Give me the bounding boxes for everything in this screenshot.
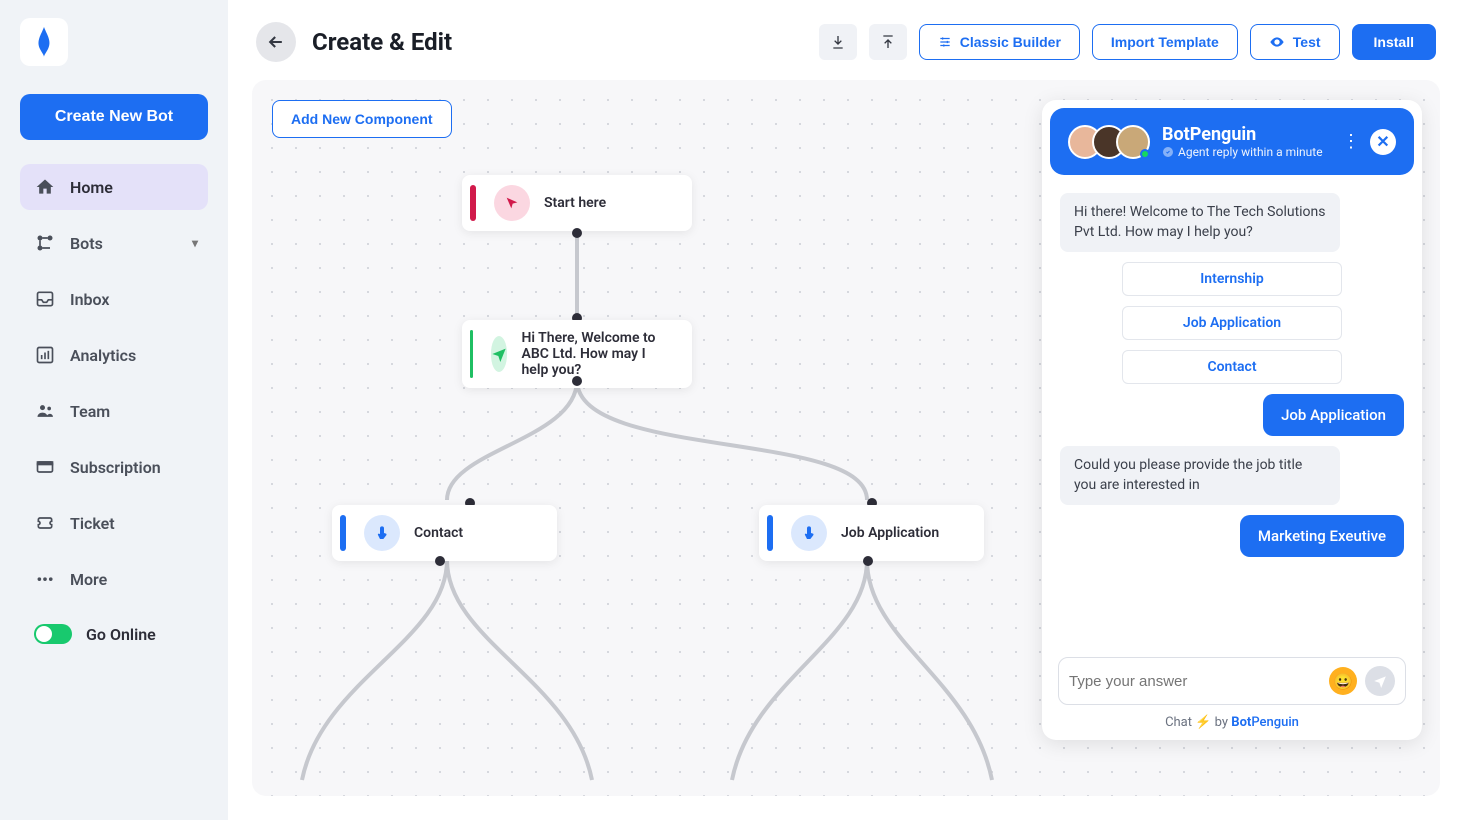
go-online-row: Go Online [20, 612, 208, 656]
sidebar-item-label: Home [70, 178, 113, 197]
chat-option[interactable]: Internship [1122, 262, 1342, 296]
node-edge [340, 515, 346, 551]
sidebar-item-ticket[interactable]: Ticket [20, 500, 208, 546]
node-contact[interactable]: Contact [332, 505, 557, 561]
analytics-icon [34, 344, 56, 366]
sidebar-item-subscription[interactable]: Subscription [20, 444, 208, 490]
online-dot-icon [1140, 149, 1150, 159]
chat-close-button[interactable]: ✕ [1370, 129, 1396, 155]
sidebar-item-label: More [70, 570, 107, 589]
node-start[interactable]: Start here [462, 175, 692, 231]
back-button[interactable] [256, 22, 296, 62]
top-actions: Classic Builder Import Template Test Ins… [819, 24, 1436, 60]
classic-builder-label: Classic Builder [960, 34, 1061, 50]
import-template-label: Import Template [1111, 34, 1219, 50]
send-button[interactable] [1365, 666, 1395, 696]
install-button[interactable]: Install [1352, 24, 1436, 60]
sidebar-item-label: Inbox [70, 290, 110, 309]
sidebar-item-analytics[interactable]: Analytics [20, 332, 208, 378]
sliders-icon [938, 35, 952, 49]
sidebar-item-bots[interactable]: Bots ▾ [20, 220, 208, 266]
sidebar-item-label: Ticket [70, 514, 115, 533]
tap-icon [364, 515, 400, 551]
test-label: Test [1293, 34, 1321, 50]
chat-input-row: 😀 [1058, 657, 1406, 705]
eye-icon [1269, 34, 1285, 50]
classic-builder-button[interactable]: Classic Builder [919, 24, 1080, 60]
connection-dot [572, 376, 582, 386]
test-button[interactable]: Test [1250, 24, 1340, 60]
team-icon [34, 400, 56, 422]
chat-footer: Chat ⚡ by BotPenguin [1042, 715, 1422, 740]
sidebar-item-home[interactable]: Home [20, 164, 208, 210]
cursor-icon [494, 185, 530, 221]
download-button[interactable] [819, 24, 857, 60]
download-icon [830, 34, 846, 50]
send-icon [1373, 674, 1387, 688]
sidebar-item-more[interactable]: ••• More [20, 556, 208, 602]
node-label: Job Application [841, 525, 939, 541]
sidebar-item-label: Bots [70, 234, 103, 253]
sidebar-item-inbox[interactable]: Inbox [20, 276, 208, 322]
import-template-button[interactable]: Import Template [1092, 24, 1238, 60]
subscription-icon [34, 456, 56, 478]
sidebar-item-label: Team [70, 402, 110, 421]
main: Create & Edit Classic Builder Import Tem… [228, 0, 1464, 820]
connection-dot [863, 556, 873, 566]
node-edge [470, 330, 473, 378]
emoji-button[interactable]: 😀 [1329, 667, 1357, 695]
sidebar-item-label: Analytics [70, 346, 136, 365]
node-edge [470, 185, 476, 221]
sidebar-item-team[interactable]: Team [20, 388, 208, 434]
chat-subtitle: Agent reply within a minute [1162, 145, 1323, 159]
bot-message: Could you please provide the job title y… [1060, 446, 1340, 505]
penguin-icon [32, 27, 56, 57]
bots-icon [34, 232, 56, 254]
go-online-label: Go Online [86, 625, 156, 644]
canvas[interactable]: Add New Component Start here Hi [252, 80, 1440, 796]
chat-option[interactable]: Job Application [1122, 306, 1342, 340]
chat-body: Hi there! Welcome to The Tech Solutions … [1042, 183, 1422, 647]
create-new-bot-button[interactable]: Create New Bot [20, 94, 208, 140]
chat-preview: BotPenguin Agent reply within a minute ⋮… [1042, 100, 1422, 740]
home-icon [34, 176, 56, 198]
more-icon: ••• [34, 568, 56, 590]
topbar: Create & Edit Classic Builder Import Tem… [228, 0, 1464, 80]
connection-dot [572, 228, 582, 238]
node-label: Contact [414, 525, 463, 541]
bot-message: Hi there! Welcome to The Tech Solutions … [1060, 193, 1340, 252]
node-job-application[interactable]: Job Application [759, 505, 984, 561]
page-title: Create & Edit [312, 28, 452, 56]
chat-title: BotPenguin [1162, 124, 1323, 145]
upload-button[interactable] [869, 24, 907, 60]
bolt-icon: ⚡ [1195, 715, 1211, 730]
send-icon [491, 336, 508, 372]
logo [20, 18, 68, 66]
agent-avatars [1068, 125, 1150, 159]
sidebar: Create New Bot Home Bots ▾ Inbox Analyti… [0, 0, 228, 820]
verified-icon [1162, 146, 1174, 158]
user-message: Marketing Exeutive [1240, 515, 1404, 557]
arrow-left-icon [266, 32, 286, 52]
node-edge [767, 515, 773, 551]
add-component-button[interactable]: Add New Component [272, 100, 452, 138]
inbox-icon [34, 288, 56, 310]
ticket-icon [34, 512, 56, 534]
chat-header: BotPenguin Agent reply within a minute ⋮… [1050, 108, 1414, 175]
connection-dot [435, 556, 445, 566]
chevron-down-icon: ▾ [192, 236, 198, 250]
sidebar-item-label: Subscription [70, 458, 161, 477]
chat-input[interactable] [1069, 673, 1321, 690]
chat-option[interactable]: Contact [1122, 350, 1342, 384]
go-online-toggle[interactable] [34, 624, 72, 644]
node-label: Hi There, Welcome to ABC Ltd. How may I … [521, 330, 672, 378]
upload-icon [880, 34, 896, 50]
node-label: Start here [544, 195, 606, 211]
chat-menu-button[interactable]: ⋮ [1342, 131, 1360, 152]
user-message: Job Application [1263, 394, 1404, 436]
tap-icon [791, 515, 827, 551]
